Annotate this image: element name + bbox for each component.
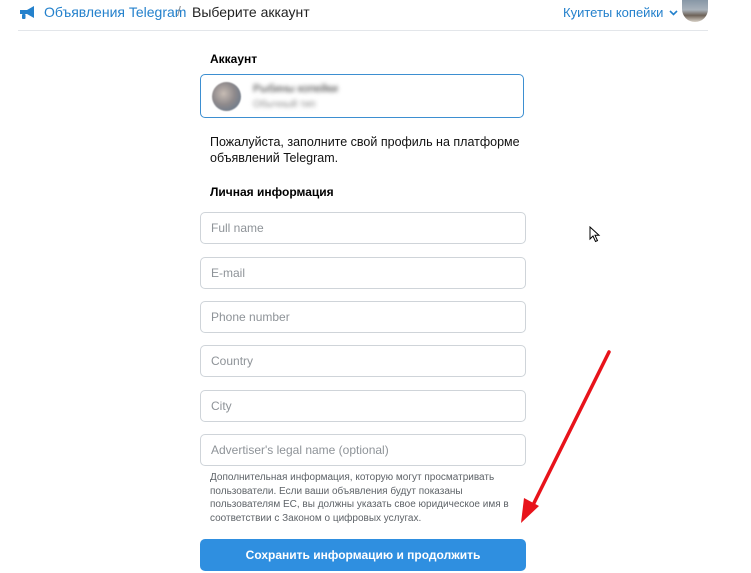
account-menu-label: Куитеты копейки xyxy=(563,5,664,20)
megaphone-icon[interactable] xyxy=(19,5,37,20)
account-section-title: Аккаунт xyxy=(210,52,258,66)
chevron-down-icon xyxy=(669,10,678,16)
full-name-input[interactable] xyxy=(200,212,526,244)
personal-info-title: Личная информация xyxy=(210,185,334,199)
country-input[interactable] xyxy=(200,345,526,377)
account-selector[interactable]: Рыбины копейки Обычный тип xyxy=(200,74,524,118)
header-divider xyxy=(18,30,708,31)
top-header: Объявления Telegram / Выберите аккаунт К… xyxy=(0,0,751,28)
account-menu-button[interactable]: Куитеты копейки xyxy=(563,5,678,20)
account-avatar xyxy=(212,82,241,111)
avatar[interactable] xyxy=(682,0,708,22)
mouse-pointer-icon xyxy=(589,226,601,243)
save-continue-button[interactable]: Сохранить информацию и продолжить xyxy=(200,539,526,571)
legal-name-hint: Дополнительная информация, которую могут… xyxy=(210,472,509,524)
page-title: Выберите аккаунт xyxy=(192,4,310,20)
intro-text: Пожалуйста, заполните свой профиль на пл… xyxy=(210,135,520,165)
account-name: Рыбины копейки xyxy=(253,83,338,95)
account-subtitle: Обычный тип xyxy=(253,99,316,110)
brand-link[interactable]: Объявления Telegram xyxy=(44,4,186,20)
breadcrumb-separator: / xyxy=(177,3,181,19)
phone-input[interactable] xyxy=(200,301,526,333)
city-input[interactable] xyxy=(200,390,526,422)
email-input[interactable] xyxy=(200,257,526,289)
legal-name-input[interactable] xyxy=(200,434,526,466)
